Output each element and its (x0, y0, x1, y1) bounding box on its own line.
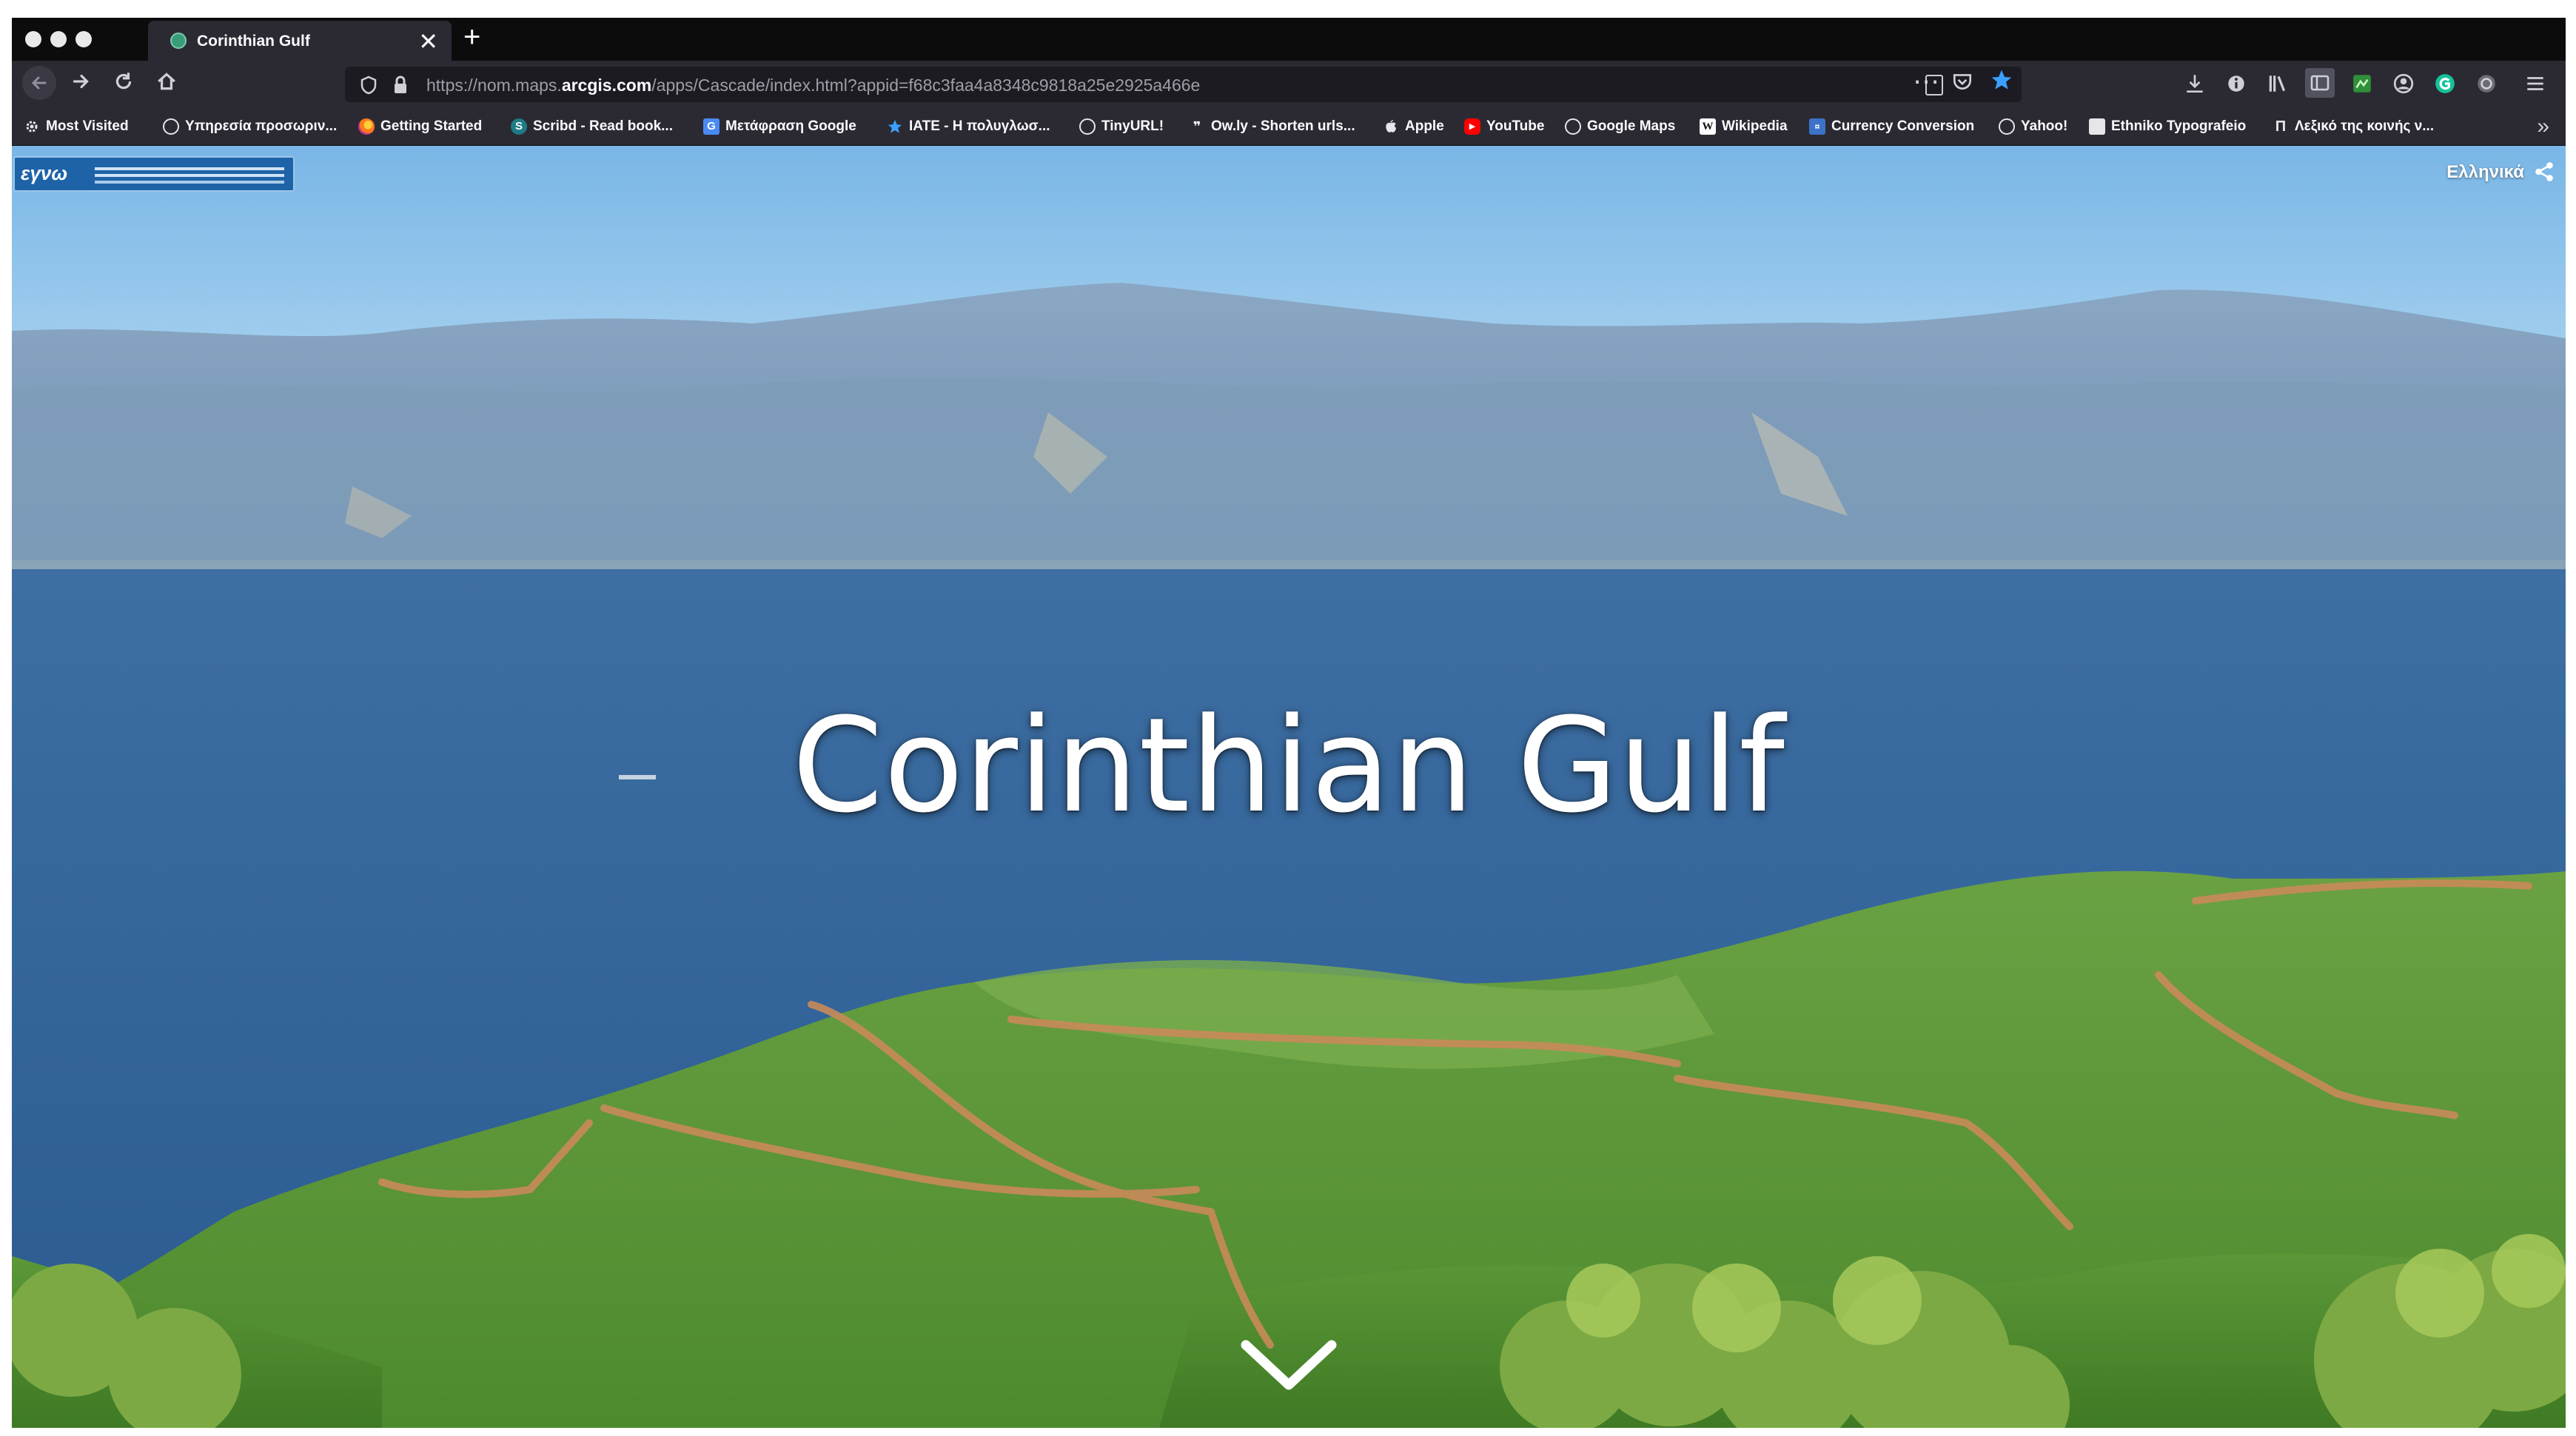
document-icon (2089, 118, 2105, 135)
logo-subtitle-lines (95, 167, 284, 170)
bookmark-item[interactable]: Π Λεξικό της κοινής ν... (2273, 117, 2434, 136)
pocket-icon (1953, 74, 1972, 90)
firefox-icon (358, 118, 375, 135)
translate-icon: G (703, 118, 720, 135)
tracking-protection-icon[interactable] (360, 76, 378, 98)
maximize-window-button[interactable] (76, 31, 92, 47)
scribd-icon: S (511, 118, 527, 135)
extension-icon (2353, 75, 2371, 93)
story-cover: εγνω Ελληνικά Corinthian Gulf (12, 146, 2566, 1428)
bookmark-item[interactable]: ¤ Currency Conversion (1809, 117, 1974, 136)
library-icon (2269, 76, 2286, 92)
browser-window: Corinthian Gulf ✕ + https://nom.maps.arc… (12, 18, 2566, 1428)
download-icon (2187, 75, 2203, 93)
extension-green-button[interactable] (2351, 73, 2373, 95)
globe-icon (163, 118, 179, 135)
chevron-down-icon (1241, 1340, 1337, 1390)
owly-icon: ❞ (1193, 119, 1201, 134)
account-button[interactable] (2392, 73, 2415, 95)
forward-arrow-icon (73, 74, 89, 89)
extension-gray-button[interactable] (2475, 73, 2498, 95)
reload-button[interactable] (113, 70, 135, 99)
back-button[interactable] (22, 66, 56, 100)
address-bar[interactable]: https://nom.maps.arcgis.com/apps/Cascade… (345, 67, 2022, 102)
logo-text: εγνω (21, 162, 68, 184)
reload-icon (115, 73, 132, 90)
close-tab-button[interactable]: ✕ (418, 27, 438, 56)
globe-icon (1999, 118, 2015, 135)
lock-icon[interactable] (392, 76, 409, 98)
youtube-icon: ▶ (1464, 118, 1480, 135)
bookmark-item[interactable]: Υπηρεσία προσωριν... (163, 117, 337, 136)
star-icon (888, 119, 902, 133)
url-text[interactable]: https://nom.maps.arcgis.com/apps/Cascade… (426, 76, 1200, 95)
library-button[interactable] (2267, 73, 2289, 95)
pocket-button[interactable] (1951, 70, 1973, 99)
tab-strip: Corinthian Gulf ✕ + (12, 18, 2566, 61)
forward-button[interactable] (70, 70, 92, 99)
wikipedia-icon: W (1700, 118, 1716, 135)
share-button[interactable] (2533, 161, 2555, 187)
hamburger-menu-icon (2527, 77, 2543, 90)
new-tab-button[interactable]: + (463, 21, 480, 54)
bookmark-item[interactable]: Google Maps (1565, 117, 1675, 136)
info-icon (2228, 76, 2244, 92)
star-icon (1991, 70, 2012, 90)
sidebar-button[interactable] (2305, 68, 2335, 98)
info-button[interactable] (2225, 73, 2247, 95)
url-domain: arcgis.com (561, 76, 652, 95)
minimize-window-button[interactable] (50, 31, 67, 47)
bookmark-star-button[interactable] (1990, 68, 2013, 98)
navigation-bar: https://nom.maps.arcgis.com/apps/Cascade… (12, 61, 2566, 108)
bookmark-item[interactable]: Most Visited (24, 117, 129, 136)
scroll-down-button[interactable] (1237, 1336, 1341, 1399)
power-icon (2478, 75, 2495, 93)
home-icon (158, 73, 175, 90)
pi-icon: Π (2275, 118, 2287, 135)
bookmark-item[interactable]: ❞ Ow.ly - Shorten urls... (1189, 117, 1355, 136)
menu-button[interactable] (2524, 73, 2546, 95)
apple-icon (1386, 120, 1397, 132)
tab-corinthian-gulf[interactable]: Corinthian Gulf ✕ (148, 21, 452, 61)
currency-icon: ¤ (1809, 118, 1825, 135)
gear-icon (26, 121, 38, 132)
language-link[interactable]: Ελληνικά (2446, 162, 2524, 183)
close-window-button[interactable] (25, 31, 41, 47)
share-icon (2535, 162, 2553, 181)
grammarly-icon (2435, 74, 2455, 93)
bookmark-item[interactable]: Ethniko Typografeio (2089, 117, 2246, 136)
back-arrow-icon (31, 76, 47, 90)
downloads-button[interactable] (2184, 73, 2206, 95)
bookmarks-toolbar: Most Visited Υπηρεσία προσωριν... Gettin… (12, 108, 2566, 146)
home-button[interactable] (155, 70, 178, 99)
bookmark-item[interactable]: S Scribd - Read book... (511, 117, 673, 136)
bookmark-item[interactable]: Getting Started (358, 117, 482, 136)
globe-icon (1079, 118, 1096, 135)
sidebar-icon (2310, 75, 2330, 91)
arcgis-favicon-icon (170, 33, 187, 49)
bookmark-item[interactable]: ▶ YouTube (1464, 117, 1544, 136)
bookmark-item[interactable]: G Μετάφραση Google (703, 117, 856, 136)
bookmarks-overflow-button[interactable]: » (2537, 114, 2549, 139)
globe-icon (1565, 118, 1581, 135)
bookmark-item[interactable]: Yahoo! (1999, 117, 2067, 136)
bookmark-item[interactable]: W Wikipedia (1700, 117, 1788, 136)
grammarly-button[interactable] (2434, 73, 2456, 95)
page-actions-button[interactable]: ⋯ (1913, 67, 1939, 96)
bookmark-item[interactable]: TinyURL! (1079, 117, 1164, 136)
tab-title: Corinthian Gulf (197, 33, 310, 50)
bookmark-item[interactable]: IATE - Η πολυγλωσ... (887, 117, 1050, 136)
story-title: Corinthian Gulf (792, 690, 1785, 842)
account-icon (2393, 73, 2414, 94)
organization-logo[interactable]: εγνω (13, 156, 295, 192)
bookmark-item[interactable]: Apple (1383, 117, 1444, 136)
